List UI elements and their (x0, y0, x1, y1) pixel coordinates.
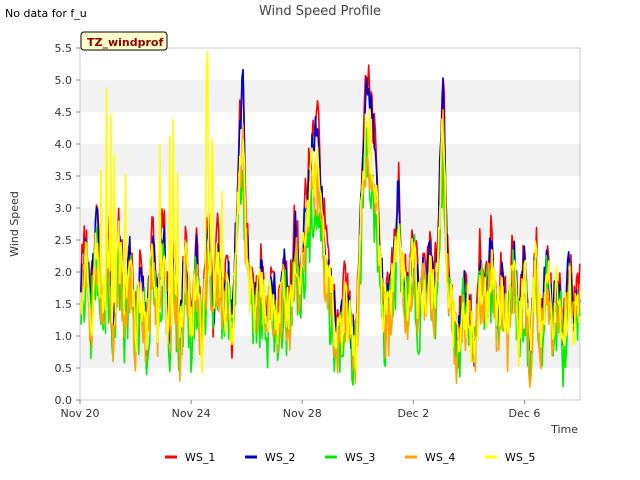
y-tick-label: 1.0 (55, 330, 73, 343)
y-axis: 0.0 0.5 1.0 1.5 2.0 2.5 3.0 3.5 4.0 4.5 5.0 5.5 (55, 42, 80, 407)
y-tick-label: 3.0 (55, 202, 73, 215)
chart-title: Wind Speed Profile (259, 4, 381, 19)
grid-band (80, 368, 580, 400)
x-tick-label: Dec 2 (397, 407, 429, 420)
y-tick-label: 2.5 (55, 234, 73, 247)
grid-band (80, 208, 580, 240)
y-tick-label: 0.0 (55, 394, 73, 407)
x-tick-label: Nov 24 (172, 407, 211, 420)
y-tick-label: 4.5 (55, 106, 73, 119)
grid-band (80, 48, 580, 80)
legend-label-ws-3: WS_3 (345, 451, 375, 464)
x-axis-title: Time (550, 423, 578, 436)
y-tick-label: 1.5 (55, 298, 73, 311)
wind-speed-chart: 0.0 0.5 1.0 1.5 2.0 2.5 3.0 3.5 4.0 4.5 5.0 5.5 Nov… (5, 4, 581, 464)
grid-band (80, 80, 580, 112)
station-label: TZ_windprof (87, 36, 163, 49)
legend-label-ws-2: WS_2 (265, 451, 295, 464)
plot-background-bands (80, 48, 580, 400)
legend-label-ws-1: WS_1 (185, 451, 215, 464)
y-axis-title: Wind Speed (8, 191, 21, 257)
x-tick-label: Dec 6 (509, 407, 541, 420)
grid-band (80, 144, 580, 176)
station-label-box: TZ_windprof (80, 31, 168, 51)
grid-band (80, 176, 580, 208)
y-tick-label: 4.0 (55, 138, 73, 151)
y-tick-label: 2.0 (55, 266, 73, 279)
y-tick-label: 3.5 (55, 170, 73, 183)
y-tick-label: 5.0 (55, 74, 73, 87)
y-tick-label: 5.5 (55, 42, 73, 55)
legend-label-ws-5: WS_5 (505, 451, 535, 464)
x-tick-label: Nov 28 (283, 407, 322, 420)
y-tick-label: 0.5 (55, 362, 73, 375)
legend: WS_1 WS_2 WS_3 WS_4 WS_5 (165, 451, 535, 464)
grid-band (80, 112, 580, 144)
no-data-note: No data for f_u (5, 7, 87, 20)
x-axis: Nov 20 Nov 24 Nov 28 Dec 2 Dec 6 (61, 400, 541, 420)
legend-label-ws-4: WS_4 (425, 451, 455, 464)
x-tick-label: Nov 20 (61, 407, 100, 420)
